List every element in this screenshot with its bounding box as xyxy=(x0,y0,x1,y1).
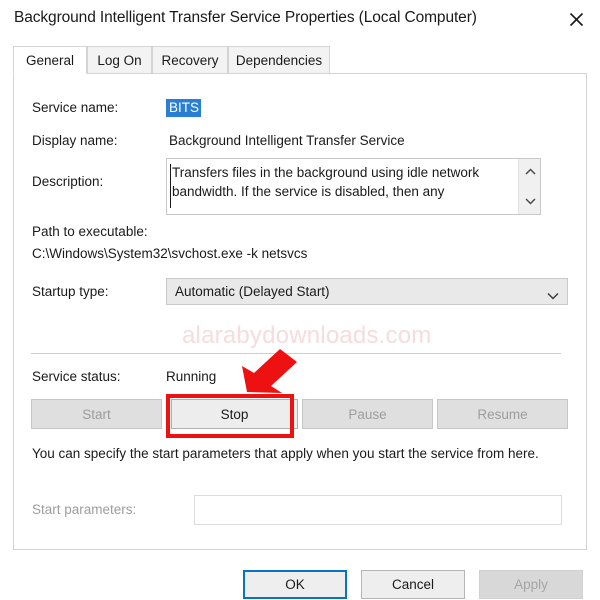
tab-general[interactable]: General xyxy=(13,46,87,74)
apply-button-label: Apply xyxy=(514,577,548,592)
startup-type-label: Startup type: xyxy=(32,284,109,299)
tab-dependencies[interactable]: Dependencies xyxy=(228,46,330,74)
chevron-down-icon xyxy=(547,287,559,305)
resume-service-label: Resume xyxy=(477,406,528,422)
path-to-executable-value: C:\Windows\System32\svchost.exe -k netsv… xyxy=(32,246,308,261)
tab-strip: General Log On Recovery Dependencies xyxy=(13,46,587,74)
tab-log-on-label: Log On xyxy=(97,52,142,68)
description-scrollbar[interactable] xyxy=(518,159,540,214)
ok-button-label: OK xyxy=(285,577,305,592)
start-parameters-label: Start parameters: xyxy=(32,502,137,517)
description-value: Transfers files in the background using … xyxy=(172,165,480,199)
text-caret xyxy=(170,164,171,208)
stop-service-button[interactable]: Stop xyxy=(171,399,298,429)
service-status-label: Service status: xyxy=(32,369,121,384)
service-properties-dialog: Background Intelligent Transfer Service … xyxy=(0,0,600,600)
service-status-value: Running xyxy=(166,369,217,384)
ok-button[interactable]: OK xyxy=(243,570,347,599)
description-textarea[interactable]: Transfers files in the background using … xyxy=(166,158,541,215)
startup-type-value: Automatic (Delayed Start) xyxy=(175,284,330,299)
display-name-label: Display name: xyxy=(32,133,118,148)
pause-service-button[interactable]: Pause xyxy=(302,399,433,429)
start-parameters-input[interactable] xyxy=(194,495,562,525)
tab-recovery[interactable]: Recovery xyxy=(152,46,228,74)
path-to-executable-label: Path to executable: xyxy=(32,224,148,239)
start-parameters-hint: You can specify the start parameters tha… xyxy=(32,446,539,461)
stop-service-label: Stop xyxy=(220,406,249,422)
service-name-value[interactable]: BITS xyxy=(166,99,202,117)
description-label: Description: xyxy=(32,174,104,189)
service-name-label: Service name: xyxy=(32,100,119,115)
tab-dependencies-label: Dependencies xyxy=(235,52,323,68)
tab-recovery-label: Recovery xyxy=(161,52,219,68)
section-divider xyxy=(31,353,561,354)
title-bar: Background Intelligent Transfer Service … xyxy=(0,0,600,40)
apply-button[interactable]: Apply xyxy=(479,570,583,599)
cancel-button[interactable]: Cancel xyxy=(361,570,465,599)
cancel-button-label: Cancel xyxy=(391,577,435,592)
chevron-up-icon[interactable] xyxy=(519,161,540,183)
startup-type-select[interactable]: Automatic (Delayed Start) xyxy=(166,278,568,305)
tab-general-label: General xyxy=(25,52,75,68)
tab-log-on[interactable]: Log On xyxy=(87,46,152,74)
resume-service-button[interactable]: Resume xyxy=(437,399,568,429)
pause-service-label: Pause xyxy=(348,406,387,422)
start-service-button[interactable]: Start xyxy=(31,399,162,429)
start-service-label: Start xyxy=(82,406,111,422)
display-name-value: Background Intelligent Transfer Service xyxy=(169,133,405,148)
window-title: Background Intelligent Transfer Service … xyxy=(14,9,477,26)
chevron-down-icon[interactable] xyxy=(519,190,540,212)
close-icon[interactable] xyxy=(552,0,600,38)
general-tab-panel: Service name: BITS Display name: Backgro… xyxy=(13,73,587,550)
